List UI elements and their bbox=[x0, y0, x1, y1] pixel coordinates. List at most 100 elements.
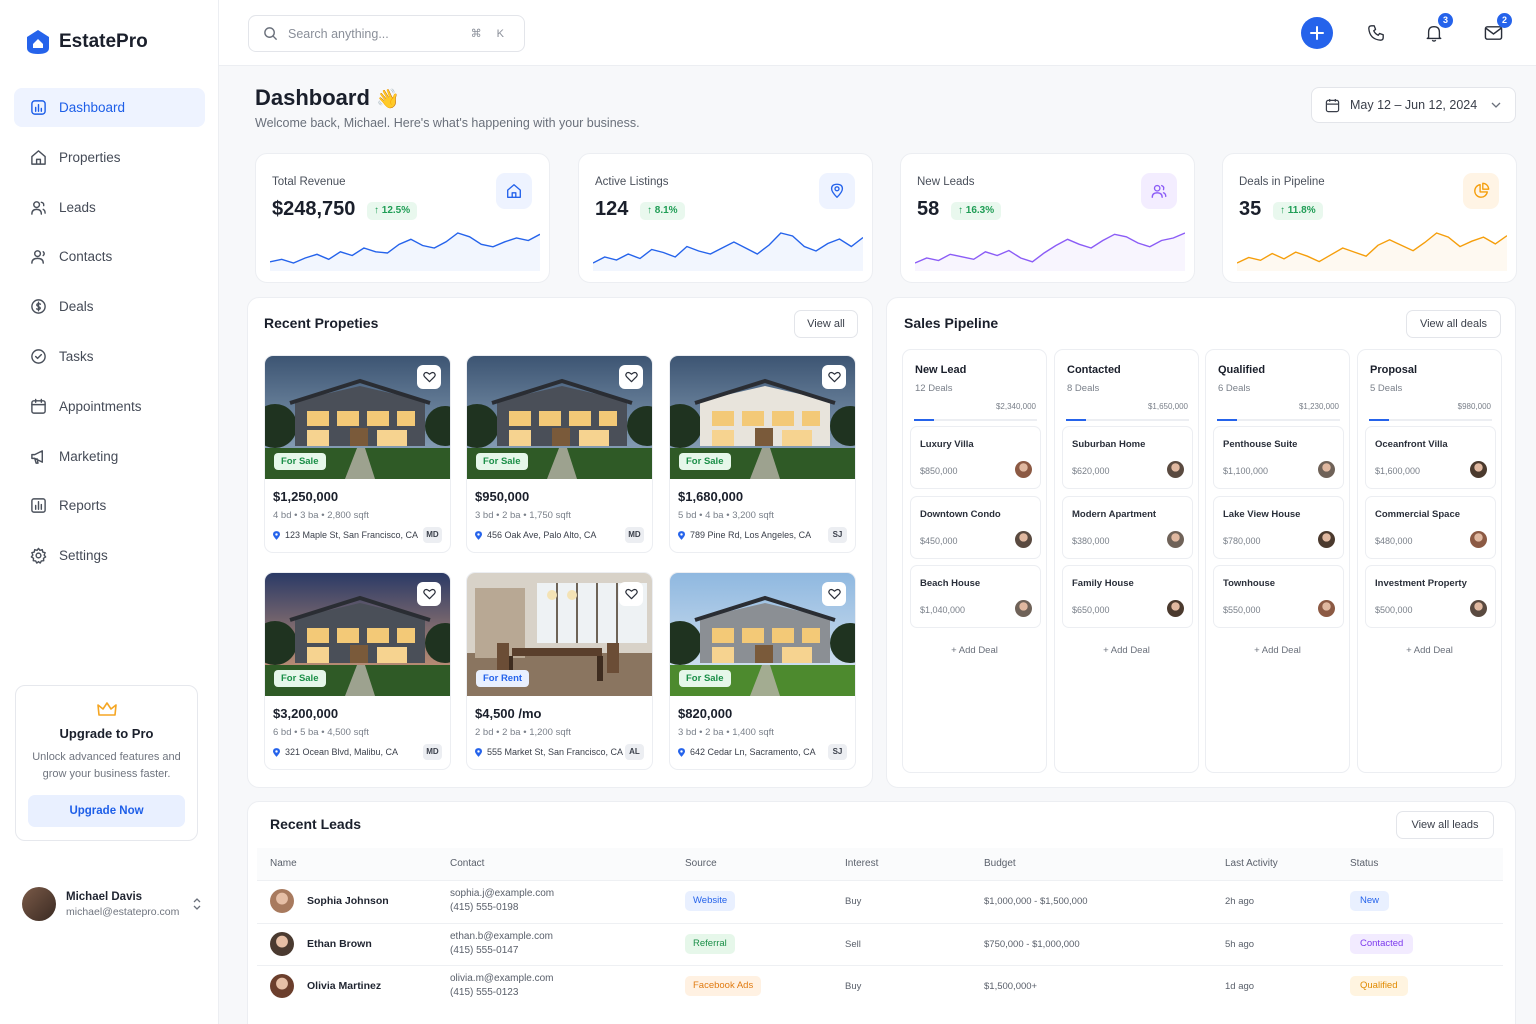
deal-card[interactable]: Luxury Villa $850,000 bbox=[910, 426, 1041, 489]
kpi-icon-box bbox=[819, 173, 855, 209]
deal-card[interactable]: Modern Apartment $380,000 bbox=[1062, 495, 1193, 559]
deal-card[interactable]: Downtown Condo $450,000 bbox=[910, 495, 1041, 559]
call-button[interactable] bbox=[1360, 17, 1392, 49]
deal-price: $650,000 bbox=[1072, 605, 1110, 615]
property-price: $950,000 bbox=[475, 489, 530, 504]
sidebar-item-label: Leads bbox=[59, 199, 96, 215]
kpi-card[interactable]: New Leads 58 ↑ 16.3% bbox=[900, 153, 1195, 283]
user-profile[interactable]: Michael Davis michael@estatepro.com bbox=[22, 887, 202, 921]
sidebar-item-reports[interactable]: Reports bbox=[14, 486, 205, 525]
deal-name: Family House bbox=[1072, 578, 1134, 589]
avatar bbox=[1318, 461, 1335, 478]
logo[interactable]: EstatePro bbox=[26, 29, 148, 55]
deal-card[interactable]: Family House $650,000 bbox=[1062, 565, 1193, 628]
lead-name[interactable]: Sophia Johnson bbox=[307, 895, 389, 907]
favorite-button[interactable] bbox=[417, 582, 441, 606]
kpi-card[interactable]: Deals in Pipeline 35 ↑ 11.8% bbox=[1222, 153, 1517, 283]
property-specs: 4 bd • 3 ba • 2,800 sqft bbox=[273, 510, 369, 521]
deal-card[interactable]: Commercial Space $480,000 bbox=[1365, 495, 1496, 559]
deal-card[interactable]: Investment Property $500,000 bbox=[1365, 565, 1496, 628]
add-deal-button[interactable]: + Add Deal bbox=[1206, 645, 1349, 656]
kpi-change-badge: ↑ 8.1% bbox=[640, 202, 685, 220]
deal-card[interactable]: Oceanfront Villa $1,600,000 bbox=[1365, 426, 1496, 489]
kpi-change-badge: ↑ 16.3% bbox=[951, 202, 1002, 220]
sidebar-item-dashboard[interactable]: Dashboard bbox=[14, 88, 205, 127]
deal-card[interactable]: Suburban Home $620,000 bbox=[1062, 426, 1193, 489]
sidebar-item-marketing[interactable]: Marketing bbox=[14, 437, 205, 476]
favorite-button[interactable] bbox=[417, 365, 441, 389]
sidebar-item-properties[interactable]: Properties bbox=[14, 138, 205, 177]
deal-price: $850,000 bbox=[920, 466, 958, 476]
deal-card[interactable]: Penthouse Suite $1,100,000 bbox=[1213, 426, 1344, 489]
favorite-button[interactable] bbox=[822, 365, 846, 389]
add-button[interactable] bbox=[1301, 17, 1333, 49]
property-card[interactable]: For Sale $1,680,000 5 bd • 4 ba • 3,200 sq… bbox=[669, 355, 856, 553]
search-input[interactable]: Search anything... ⌘ K bbox=[248, 15, 525, 52]
add-deal-button[interactable]: + Add Deal bbox=[1055, 645, 1198, 656]
wave-emoji: 👋 bbox=[376, 89, 400, 110]
deal-card[interactable]: Beach House $1,040,000 bbox=[910, 565, 1041, 628]
lead-source-badge: Referral bbox=[685, 933, 735, 954]
upgrade-button[interactable]: Upgrade Now bbox=[28, 795, 185, 827]
date-range-picker[interactable]: May 12 – Jun 12, 2024 bbox=[1311, 87, 1516, 123]
sidebar-item-settings[interactable]: Settings bbox=[14, 536, 205, 575]
deal-name: Penthouse Suite bbox=[1223, 439, 1298, 450]
deal-name: Beach House bbox=[920, 578, 981, 589]
pipeline-progress-fill bbox=[1217, 419, 1237, 421]
sidebar-item-contacts[interactable]: Contacts bbox=[14, 237, 205, 276]
add-deal-label: Add Deal bbox=[1413, 645, 1453, 656]
plus-icon: + bbox=[1406, 645, 1414, 656]
chevron-down-icon bbox=[1491, 102, 1501, 108]
view-all-leads-button[interactable]: View all leads bbox=[1396, 811, 1494, 839]
lead-contact: sophia.j@example.com (415) 555-0198 bbox=[450, 887, 554, 915]
lead-email[interactable]: ethan.b@example.com bbox=[450, 930, 553, 944]
property-specs: 3 bd • 2 ba • 1,750 sqft bbox=[475, 510, 571, 521]
avatar bbox=[1015, 530, 1032, 548]
sidebar-item-appointments[interactable]: Appointments bbox=[14, 387, 205, 426]
kpi-change-value: 12.5% bbox=[381, 205, 411, 216]
lead-email[interactable]: olivia.m@example.com bbox=[450, 972, 554, 986]
deal-card[interactable]: Lake View House $780,000 bbox=[1213, 495, 1344, 559]
pipeline-stage-total: $980,000 bbox=[1457, 402, 1491, 411]
add-deal-button[interactable]: + Add Deal bbox=[903, 645, 1046, 656]
user-group-icon bbox=[1151, 184, 1167, 198]
kpi-card[interactable]: Total Revenue $248,750 ↑ 12.5% bbox=[255, 153, 550, 283]
heart-icon bbox=[624, 371, 638, 383]
listing-type-badge: For Sale bbox=[476, 453, 528, 470]
chevron-updown-icon[interactable] bbox=[192, 897, 202, 911]
add-deal-label: Add Deal bbox=[1261, 645, 1301, 656]
kpi-value: 35 bbox=[1239, 198, 1262, 220]
lead-interest: Buy bbox=[845, 981, 862, 993]
deal-price: $1,040,000 bbox=[920, 605, 966, 615]
property-card[interactable]: For Rent $4,500 /mo 2 bd • 2 ba • 1,200 sq… bbox=[466, 572, 653, 770]
kpi-card[interactable]: Active Listings 124 ↑ 8.1% bbox=[578, 153, 873, 283]
lead-name[interactable]: Ethan Brown bbox=[307, 938, 372, 950]
location-pin-icon bbox=[475, 530, 482, 540]
favorite-button[interactable] bbox=[619, 365, 643, 389]
property-card[interactable]: For Sale $950,000 3 bd • 2 ba • 1,750 sqft… bbox=[466, 355, 653, 553]
lead-email[interactable]: sophia.j@example.com bbox=[450, 887, 554, 901]
property-address: 642 Cedar Ln, Sacramento, CA bbox=[678, 747, 816, 757]
messages-button[interactable]: 2 bbox=[1477, 13, 1512, 49]
property-card[interactable]: For Sale $3,200,000 6 bd • 5 ba • 4,500 sq… bbox=[264, 572, 451, 770]
avatar bbox=[1470, 530, 1487, 548]
sidebar-item-leads[interactable]: Leads bbox=[14, 188, 205, 227]
lead-phone: (415) 555-0147 bbox=[450, 944, 519, 956]
property-card[interactable]: For Sale $1,250,000 4 bd • 3 ba • 2,800 sq… bbox=[264, 355, 451, 553]
deal-card[interactable]: Townhouse $550,000 bbox=[1213, 565, 1344, 628]
sidebar-item-label: Tasks bbox=[59, 349, 94, 364]
favorite-button[interactable] bbox=[619, 582, 643, 606]
add-deal-button[interactable]: + Add Deal bbox=[1358, 645, 1501, 656]
sidebar-item-deals[interactable]: Deals bbox=[14, 287, 205, 326]
notifications-button[interactable]: 3 bbox=[1418, 13, 1453, 49]
favorite-button[interactable] bbox=[822, 582, 846, 606]
sidebar-item-tasks[interactable]: Tasks bbox=[14, 337, 205, 376]
deal-name: Downtown Condo bbox=[920, 508, 1001, 520]
view-all-properties-button[interactable]: View all bbox=[794, 310, 858, 338]
property-card[interactable]: For Sale $820,000 3 bd • 2 ba • 1,400 sqft… bbox=[669, 572, 856, 770]
view-all-deals-button[interactable]: View all deals bbox=[1406, 310, 1501, 338]
deal-name: Luxury Villa bbox=[920, 439, 974, 450]
pipeline-progress bbox=[1066, 419, 1189, 421]
lead-name[interactable]: Olivia Martinez bbox=[307, 980, 381, 992]
crown-icon bbox=[96, 702, 117, 716]
